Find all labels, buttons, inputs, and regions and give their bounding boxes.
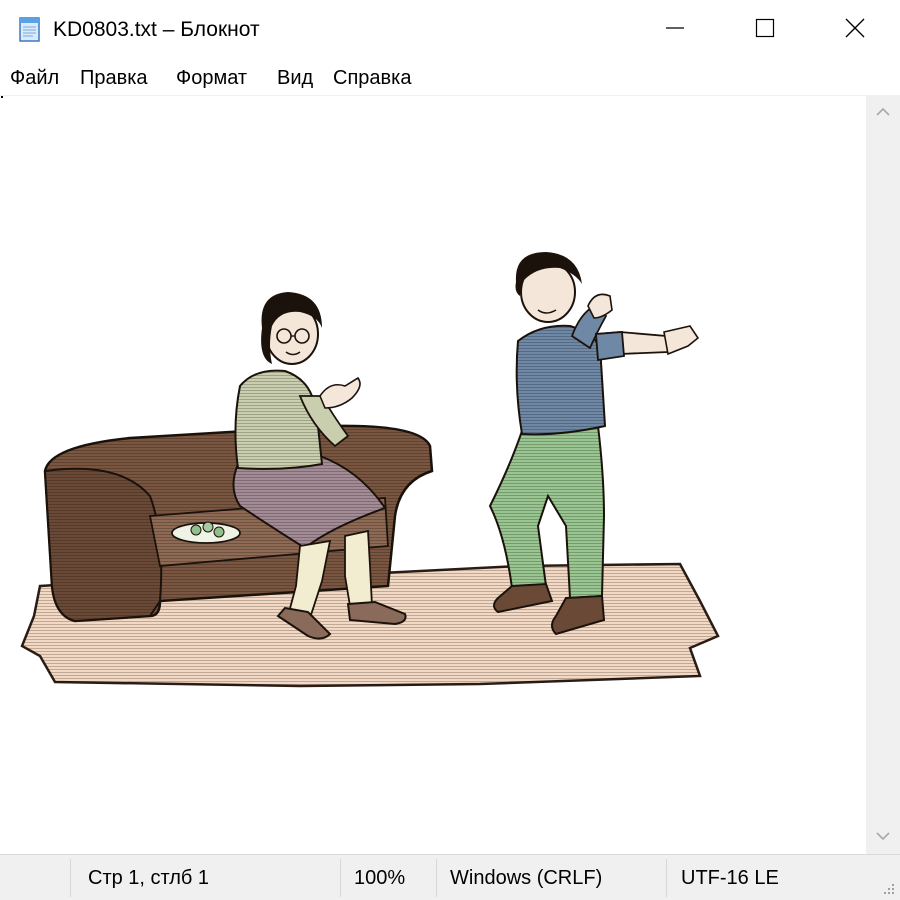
scroll-up-button[interactable] [866,96,900,130]
cursor-position: Стр 1, стлб 1 [88,867,210,889]
status-divider [340,859,341,897]
vertical-scrollbar[interactable] [866,96,900,854]
close-button[interactable] [810,0,900,60]
scroll-down-button[interactable] [866,820,900,854]
menu-file[interactable]: Файл [10,65,59,91]
resize-grip-icon[interactable] [880,880,896,896]
status-divider [70,859,71,897]
notepad-icon [16,15,44,43]
encoding: UTF-16 LE [681,867,779,889]
close-icon [845,18,865,43]
menu-format[interactable]: Формат [176,65,247,91]
menu-bar: Файл Правка Формат Вид Справка [0,60,900,96]
text-editor-area[interactable] [0,96,866,854]
status-divider [436,859,437,897]
status-divider [666,859,667,897]
menu-help[interactable]: Справка [333,65,411,91]
window-title: KD0803.txt – Блокнот [53,18,260,41]
minimize-button[interactable] [630,0,720,60]
chevron-up-icon [876,104,890,122]
status-bar: Стр 1, стлб 1 100% Windows (CRLF) UTF-16… [0,854,900,900]
zoom-level: 100% [354,867,406,889]
title-bar[interactable]: KD0803.txt – Блокнот [0,0,900,60]
menu-edit[interactable]: Правка [80,65,148,91]
maximize-button[interactable] [720,0,810,60]
clipart-image [20,252,720,688]
plate [171,521,241,544]
chevron-down-icon [876,828,890,846]
line-endings: Windows (CRLF) [450,867,603,889]
maximize-icon [755,18,775,43]
menu-view[interactable]: Вид [277,65,313,91]
minimize-icon [665,18,685,43]
